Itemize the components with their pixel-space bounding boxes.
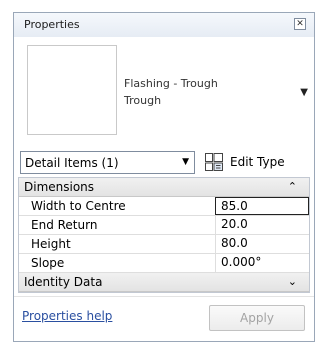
chevron-down-icon[interactable]: ▼	[182, 157, 189, 167]
apply-button[interactable]: Apply	[209, 305, 305, 331]
param-row-slope[interactable]: Slope 0.000°	[19, 254, 309, 273]
type-selector-dropdown-icon[interactable]: ▼	[300, 87, 308, 98]
edit-type-icon	[205, 153, 223, 171]
param-value-field[interactable]: 85.0	[215, 197, 309, 215]
close-icon[interactable]: ✕	[294, 18, 306, 30]
group-header-dimensions[interactable]: Dimensions ⌃	[19, 178, 309, 197]
param-value-field[interactable]: 80.0	[215, 235, 309, 253]
param-name: End Return	[31, 218, 98, 232]
param-name: Height	[31, 237, 71, 251]
group-label: Identity Data	[24, 275, 103, 289]
instance-properties-grid: Dimensions ⌃ Width to Centre 85.0 End Re…	[18, 177, 310, 293]
properties-palette: Properties ✕ Flashing - Trough Trough ▼ …	[13, 12, 315, 342]
selection-filter-row: Detail Items (1) ▼ Edit Type	[14, 147, 314, 177]
group-label: Dimensions	[24, 180, 95, 194]
edit-type-button[interactable]: Edit Type	[204, 149, 310, 175]
chevron-down-icon[interactable]: ⌄	[288, 275, 297, 288]
palette-footer: Properties help Apply	[14, 296, 314, 341]
param-row-width-to-centre[interactable]: Width to Centre 85.0	[19, 197, 309, 216]
chevron-up-icon[interactable]: ⌃	[288, 180, 297, 193]
edit-type-label: Edit Type	[230, 155, 285, 169]
family-name: Flashing - Trough	[124, 77, 218, 90]
selection-filter-label: Detail Items (1)	[25, 156, 119, 170]
properties-help-link[interactable]: Properties help	[22, 309, 112, 323]
palette-title: Properties	[24, 18, 80, 31]
type-name: Trough	[124, 94, 162, 107]
group-header-identity-data[interactable]: Identity Data ⌄	[19, 273, 309, 292]
title-bar[interactable]: Properties ✕	[14, 13, 314, 38]
param-value-field[interactable]: 20.0	[215, 216, 309, 234]
selection-filter-dropdown[interactable]: Detail Items (1) ▼	[20, 151, 195, 174]
param-name: Width to Centre	[31, 199, 126, 213]
param-row-height[interactable]: Height 80.0	[19, 235, 309, 254]
param-name: Slope	[31, 256, 65, 270]
param-row-end-return[interactable]: End Return 20.0	[19, 216, 309, 235]
param-value-field[interactable]: 0.000°	[215, 254, 309, 272]
type-selector[interactable]: Flashing - Trough Trough ▼	[14, 37, 314, 147]
type-preview-image	[27, 45, 117, 135]
